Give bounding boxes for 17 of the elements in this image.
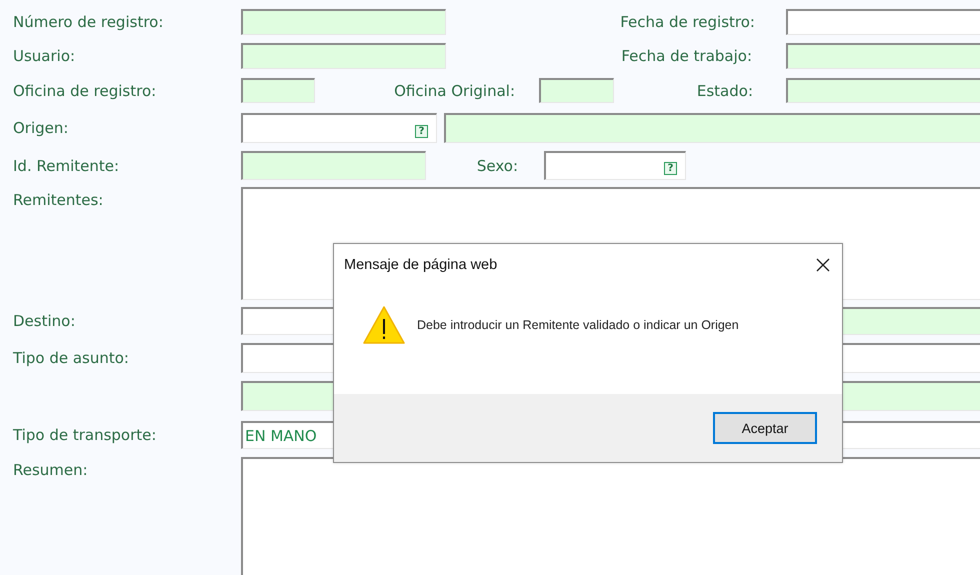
dialog-title: Mensaje de página web (344, 257, 498, 273)
field-label: Resumen: (13, 460, 89, 479)
field-label: Tipo de transporte: (13, 426, 158, 444)
field-label: Remitentes: (13, 190, 104, 209)
field-label: Usuario: (13, 47, 76, 65)
field-label: Oficina de registro: (13, 82, 158, 100)
field-label: Fecha de registro: (619, 13, 755, 31)
field-label: Tipo de asunto: (13, 349, 130, 367)
field-label: Destino: (13, 312, 76, 330)
field-label: Número de registro: (13, 13, 164, 31)
dialog-message: Debe introducir un Remitente validado o indicar un Origen (417, 318, 739, 332)
field-label: Oficina Original: (393, 82, 515, 100)
field-label: Estado: (696, 82, 753, 100)
field-label: Sexo: (476, 156, 518, 174)
field-label: Origen: (13, 119, 70, 137)
field-label: Fecha de trabajo: (620, 47, 752, 65)
field-label: Id. Remitente: (13, 156, 120, 174)
